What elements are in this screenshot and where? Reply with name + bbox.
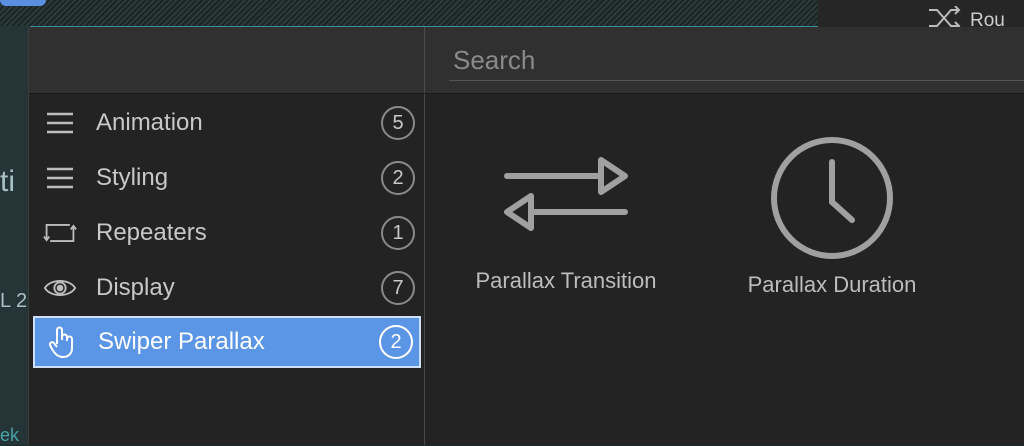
count-badge: 2	[379, 325, 413, 359]
hand-pointer-icon	[45, 326, 79, 358]
swap-arrows-icon	[501, 134, 631, 258]
background-text-fragment: ek	[0, 425, 20, 445]
count-badge: 7	[381, 271, 415, 305]
repeat-icon	[43, 218, 77, 248]
background-text-fragment: L 2	[0, 290, 28, 312]
tile-label: Parallax Duration	[747, 272, 917, 297]
category-sidebar: Animation 5 Styling 2 Repeaters 1 Displa…	[29, 94, 425, 445]
background-left-panel	[0, 26, 30, 445]
popup-header	[29, 27, 1024, 94]
background-toolbar-strip	[0, 0, 818, 27]
list-icon	[43, 163, 77, 193]
count-badge: 2	[381, 161, 415, 195]
sidebar-item-styling[interactable]: Styling 2	[33, 152, 421, 204]
feature-grid: Parallax Transition Parallax Duration	[425, 94, 1024, 445]
sidebar-item-swiper-parallax[interactable]: Swiper Parallax 2	[33, 316, 421, 368]
sidebar-item-repeaters[interactable]: Repeaters 1	[33, 207, 421, 259]
count-badge: 5	[381, 106, 415, 140]
sidebar-item-label: Repeaters	[96, 219, 207, 246]
sidebar-item-label: Styling	[96, 164, 169, 191]
sidebar-item-label: Swiper Parallax	[98, 328, 265, 355]
sidebar-item-display[interactable]: Display 7	[33, 262, 421, 314]
sidebar-item-label: Animation	[96, 109, 203, 136]
background-text-fragment: ti	[0, 165, 15, 198]
sidebar-item-animation[interactable]: Animation 5	[33, 97, 421, 149]
tile-label: Parallax Transition	[475, 268, 657, 293]
sidebar-item-label: Display	[96, 274, 175, 301]
background-accent	[0, 0, 46, 6]
eye-icon	[43, 273, 77, 303]
parallax-duration-tile[interactable]: Parallax Duration	[712, 134, 952, 297]
clock-icon	[768, 134, 896, 262]
count-badge: 1	[381, 216, 415, 250]
add-feature-popup: Animation 5 Styling 2 Repeaters 1	[28, 27, 1024, 445]
search-input[interactable]	[449, 41, 1024, 81]
list-icon	[43, 108, 77, 138]
parallax-transition-tile[interactable]: Parallax Transition	[446, 134, 686, 294]
header-left-blank	[29, 27, 425, 93]
